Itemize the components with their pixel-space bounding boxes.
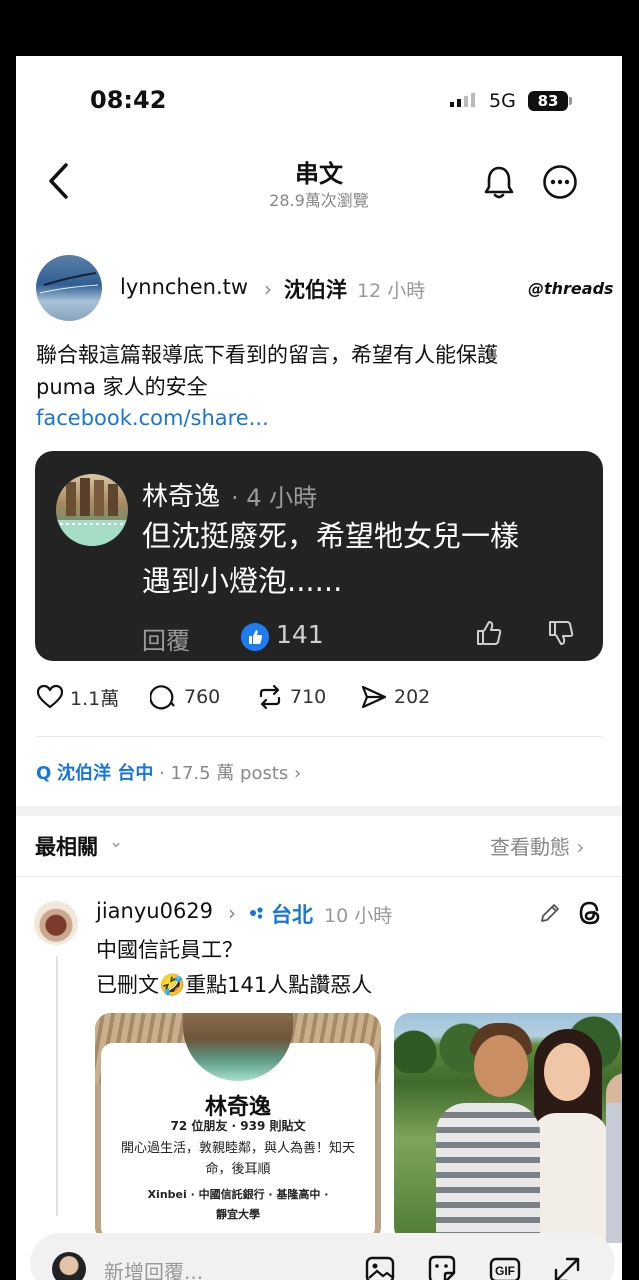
post-link[interactable]: facebook.com/share... <box>36 406 269 430</box>
like-reaction-icon <box>241 623 269 651</box>
repost-button[interactable]: 710 <box>256 683 326 711</box>
comment-button[interactable]: 760 <box>150 683 220 711</box>
post-topic[interactable]: 沈伯洋 <box>284 274 347 304</box>
chevron-right-icon: › <box>264 277 272 301</box>
view-count: 28.9萬次瀏覽 <box>269 191 369 210</box>
share-button[interactable]: 202 <box>360 683 430 711</box>
post-body: 聯合報這篇報導底下看到的留言，希望有人能保護 puma 家人的安全 <box>36 339 606 403</box>
thumbs-down-icon <box>549 621 574 645</box>
chevron-right-icon: › <box>228 901 236 925</box>
commenter-avatar <box>56 474 128 546</box>
view-activity-link[interactable]: 查看動態 › <box>490 831 584 860</box>
share-count: 202 <box>394 686 431 708</box>
attached-photo[interactable] <box>394 1013 622 1243</box>
sort-dropdown[interactable]: 最相關 <box>35 831 98 861</box>
profile-meta-line: 靜宜大學 <box>216 1208 260 1221</box>
threads-logo-icon: @ <box>528 279 544 298</box>
profile-bio: 開心過生活，敦親睦鄰，與人為善！知天 命，後耳順 <box>109 1138 367 1180</box>
comment-icon <box>150 685 175 710</box>
topic-search-link[interactable]: Q 沈伯洋 台中 · 17.5 萬 posts › <box>36 759 301 785</box>
chevron-right-icon: › <box>576 835 585 859</box>
gif-icon[interactable]: GIF <box>488 1253 522 1280</box>
divider <box>36 736 602 737</box>
photo-person-body <box>532 1113 608 1243</box>
image-icon[interactable] <box>363 1253 397 1280</box>
comment-time: · 4 小時 <box>231 484 318 512</box>
search-icon: Q <box>36 763 52 784</box>
author-username[interactable]: lynnchen.tw <box>120 275 248 299</box>
photo-person-face <box>544 1043 590 1101</box>
post-text-line: puma 家人的安全 <box>36 375 208 399</box>
signal-icon <box>450 93 475 107</box>
threads-badge-label: threads <box>544 279 614 298</box>
photo-person-face <box>474 1035 528 1097</box>
heart-icon <box>36 684 64 709</box>
attached-profile-screenshot[interactable]: 林奇逸 72 位朋友 · 939 則貼文 開心過生活，敦親睦鄰，與人為善！知天 … <box>95 1013 381 1243</box>
profile-stats: 72 位朋友 · 939 則貼文 <box>170 1119 306 1133</box>
profile-meta: Xinbei · 中國信託銀行 · 基隆高中 · 靜宜大學 <box>105 1185 371 1225</box>
svg-text:GIF: GIF <box>495 1264 515 1278</box>
comment-text-line: 但沈挺廢死，希望牠女兒一樣 <box>142 519 520 553</box>
reply-text-line: 已刪文🤣重點141人點讚惡人 <box>96 973 373 997</box>
post-time: 12 小時 <box>357 280 426 302</box>
share-icon <box>361 685 387 709</box>
like-button[interactable]: 1.1萬 <box>36 683 119 711</box>
repost-count: 710 <box>290 686 327 708</box>
like-count: 1.1萬 <box>70 687 120 710</box>
comment-text-line: 遇到小燈泡...... <box>142 564 343 598</box>
battery-icon: 83 <box>528 91 568 111</box>
comment-text: 但沈挺廢死，希望牠女兒一樣 遇到小燈泡...... <box>142 514 592 604</box>
reply-text-line: 中國信託員工？ <box>96 938 243 962</box>
threads-logo-icon <box>579 901 600 925</box>
pencil-icon[interactable] <box>538 901 562 925</box>
thumbs-up-icon <box>477 621 502 645</box>
threads-badge[interactable]: @threads <box>528 279 614 298</box>
sticker-icon[interactable] <box>425 1253 459 1280</box>
profile-bio-line: 開心過生活，敦親睦鄰，與人為善！知天 <box>120 1141 355 1156</box>
topic-count: · 17.5 萬 posts › <box>159 763 302 784</box>
network-label: 5G <box>489 90 516 112</box>
comment-like-count: 141 <box>276 620 324 649</box>
page-title: 串文 <box>295 160 343 188</box>
reply-time: 10 小時 <box>324 905 393 927</box>
expand-icon[interactable] <box>550 1253 584 1280</box>
reply-input[interactable]: 新增回覆... <box>104 1256 203 1280</box>
profile-meta-line: Xinbei · 中國信託銀行 · 基隆高中 · <box>147 1188 329 1201</box>
reply-location[interactable]: 台北 <box>271 899 313 929</box>
bell-icon[interactable] <box>482 164 516 200</box>
commenter-name: 林奇逸 <box>142 482 221 512</box>
chevron-down-icon[interactable]: ⌄ <box>109 832 123 852</box>
location-dots-icon <box>250 907 263 919</box>
thread-screen: 08:42 5G 83 串文 28.9萬次瀏覽 lynnchen.tw › 沈伯… <box>16 56 622 1280</box>
section-separator <box>16 806 622 816</box>
divider <box>16 876 622 877</box>
comment-reply-label: 回覆 <box>142 627 190 655</box>
photo-person-edge <box>606 1073 622 1243</box>
author-avatar[interactable] <box>36 255 102 321</box>
my-avatar <box>52 1252 86 1280</box>
more-options-icon[interactable] <box>542 164 578 200</box>
replier-avatar[interactable] <box>34 901 78 945</box>
replier-username[interactable]: jianyu0629 <box>96 899 213 923</box>
repost-icon <box>259 684 281 710</box>
topic-query: 沈伯洋 台中 <box>57 763 154 784</box>
comment-count: 760 <box>184 686 221 708</box>
view-activity-label: 查看動態 <box>490 835 570 859</box>
thread-line <box>56 956 58 1216</box>
post-text-line: 聯合報這篇報導底下看到的留言，希望有人能保護 <box>36 343 498 367</box>
photo-person-body <box>436 1103 540 1243</box>
status-time: 08:42 <box>90 86 167 114</box>
battery-tip <box>569 97 572 105</box>
profile-bio-line: 命，後耳順 <box>205 1162 271 1177</box>
